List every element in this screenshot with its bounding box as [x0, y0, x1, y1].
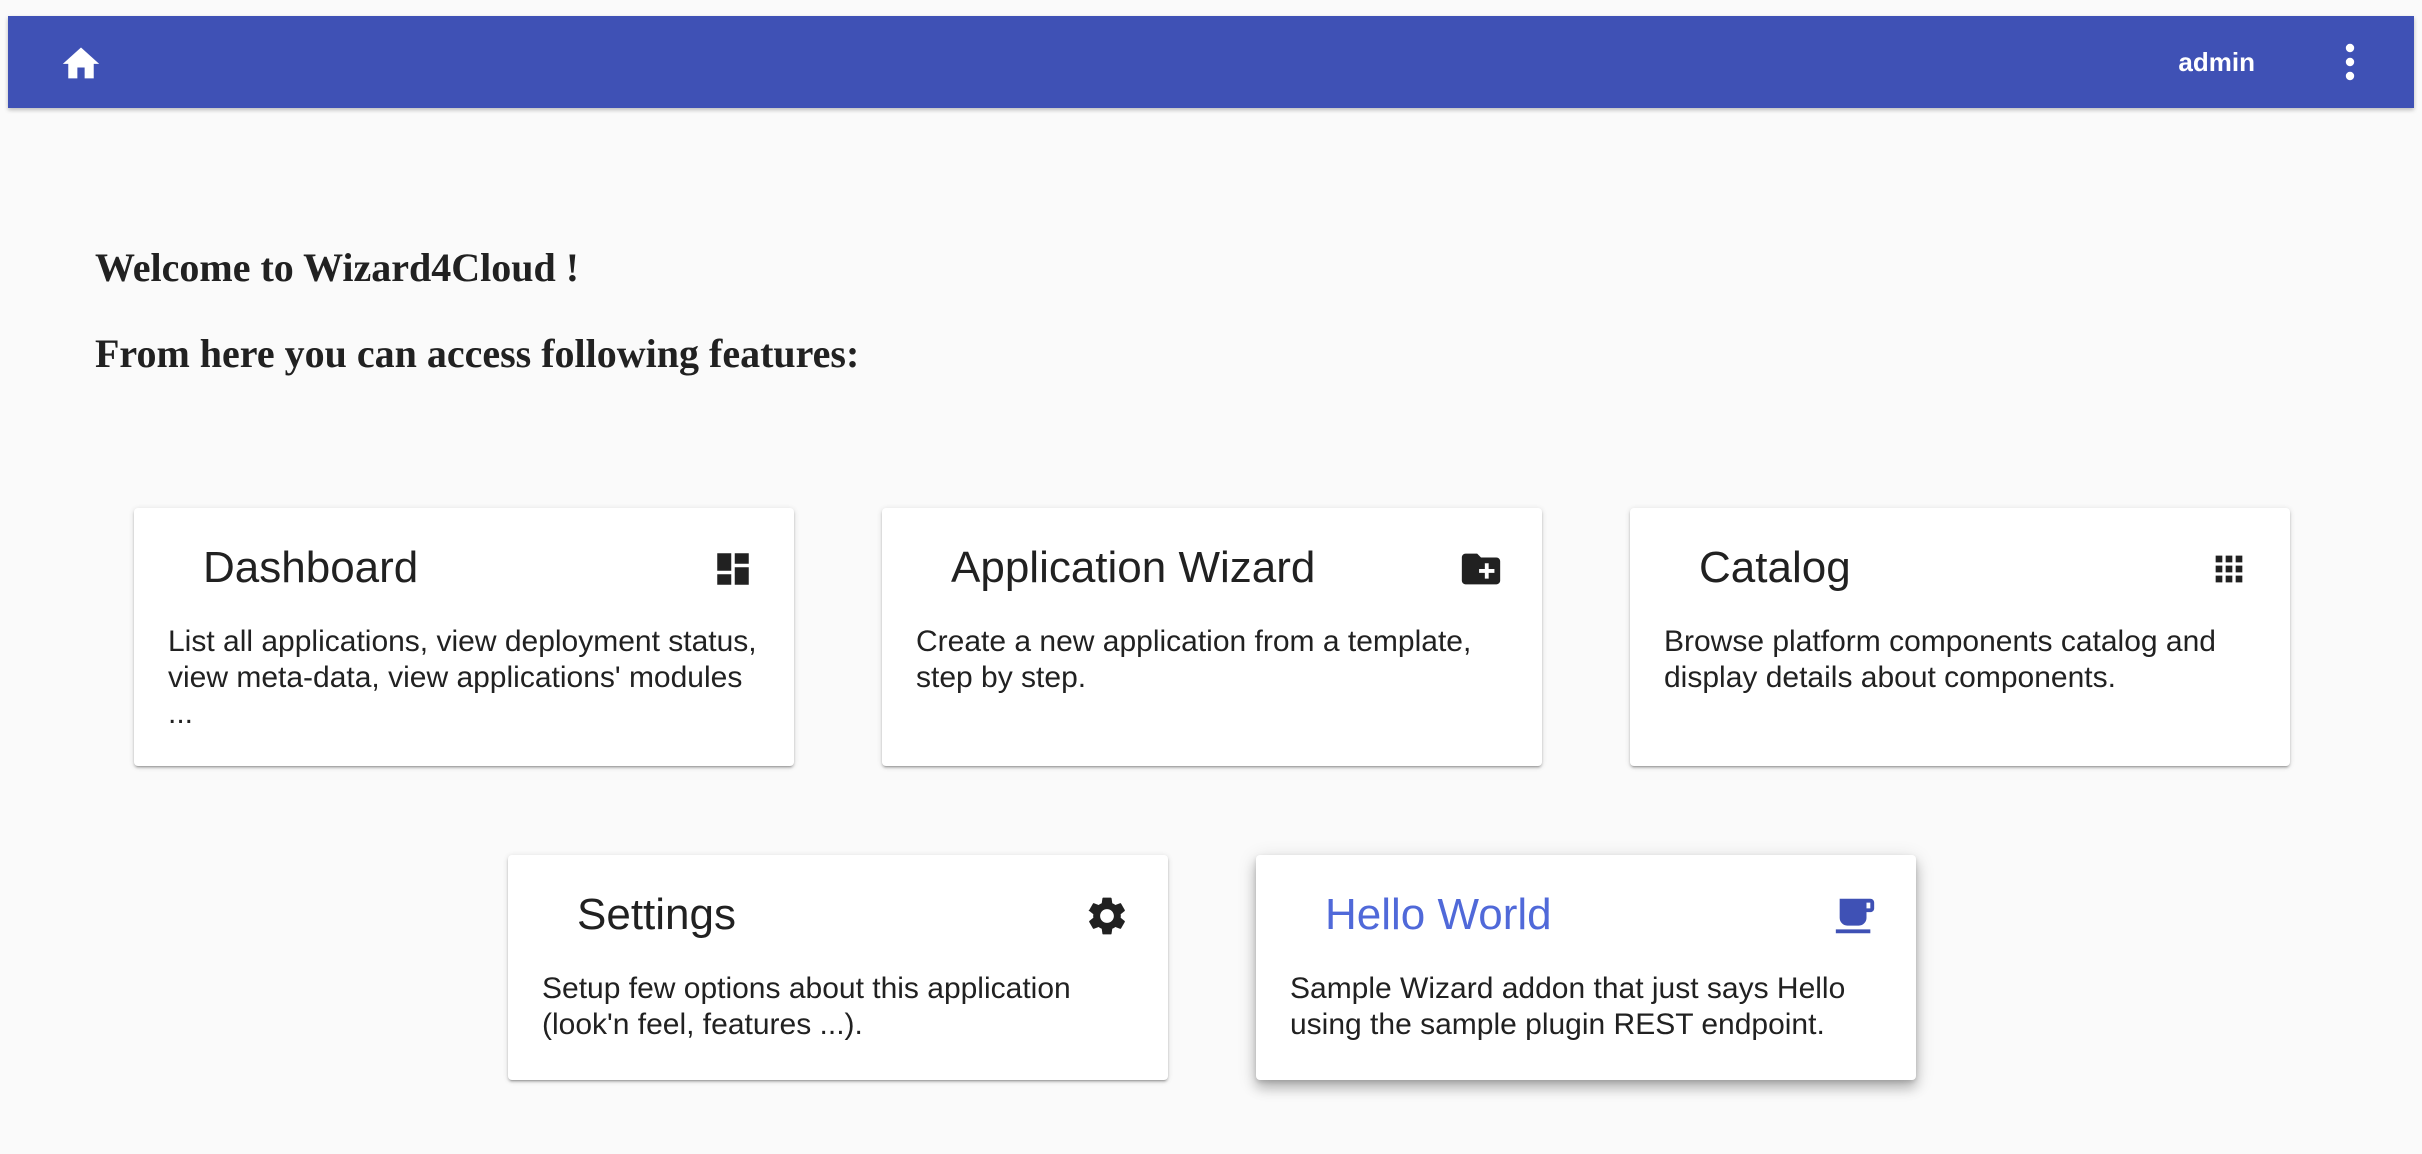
dashboard-icon [710, 546, 756, 592]
user-name[interactable]: admin [2178, 16, 2255, 108]
card-title: Settings [577, 890, 736, 939]
card-description: Setup few options about this application… [542, 972, 1071, 1041]
more-vert-icon [2345, 43, 2355, 81]
home-icon [62, 47, 100, 79]
application-wizard-card[interactable]: Application Wizard Create a new applicat… [882, 508, 1542, 766]
card-title: Catalog [1699, 543, 1851, 592]
hello-world-card[interactable]: Hello World Sample Wizard addon that jus… [1256, 855, 1916, 1080]
card-title: Hello World [1325, 890, 1552, 939]
settings-gear-icon [1084, 893, 1130, 939]
top-toolbar: admin [8, 16, 2414, 108]
dashboard-card[interactable]: Dashboard List all applications, view de… [134, 508, 794, 766]
catalog-card[interactable]: Catalog Browse platform components catal… [1630, 508, 2290, 766]
welcome-heading: Welcome to Wizard4Cloud ! [95, 245, 580, 290]
card-description: List all applications, view deployment s… [168, 625, 757, 730]
card-description: Sample Wizard addon that just says Hello… [1290, 972, 1846, 1041]
apps-grid-icon [2206, 546, 2252, 592]
card-description: Create a new application from a template… [916, 625, 1472, 694]
card-title: Application Wizard [951, 543, 1316, 592]
more-menu-button[interactable] [2330, 42, 2370, 82]
features-subtitle: From here you can access following featu… [95, 331, 860, 376]
card-title: Dashboard [203, 543, 419, 592]
card-description: Browse platform components catalog and d… [1664, 625, 2216, 694]
coffee-cup-icon [1832, 893, 1878, 939]
create-new-folder-icon [1458, 546, 1504, 592]
settings-card[interactable]: Settings Setup few options about this ap… [508, 855, 1168, 1080]
home-button[interactable] [46, 39, 116, 85]
